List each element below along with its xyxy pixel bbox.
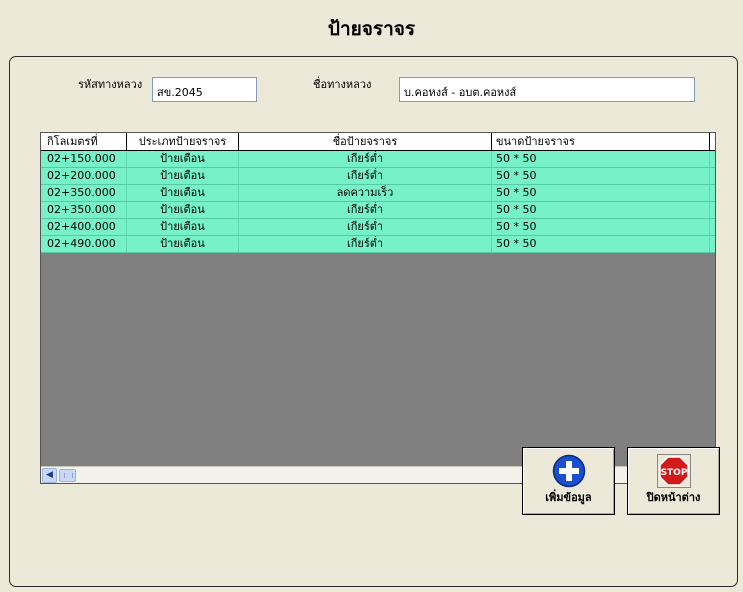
close-window-button[interactable]: STOP ปิดหน้าต่าง [627,447,720,515]
header-name[interactable]: ชื่อป้ายจราจร [239,133,492,151]
grid-header: กิโลเมตรที่ ประเภทป้ายจราจร ชื่อป้ายจราจ… [41,133,715,151]
scroll-thumb[interactable] [59,469,76,482]
table-row[interactable]: 02+350.000 ป้ายเตือน ลดความเร็ว 50 * 50 [41,185,715,202]
cell-name[interactable]: เกียร์ต่ำ [239,236,492,252]
add-data-label: เพิ่มข้อมูล [545,491,592,504]
cell-size[interactable]: 50 * 50 [492,202,710,218]
table-row[interactable]: 02+400.000 ป้ายเตือน เกียร์ต่ำ 50 * 50 [41,219,715,236]
road-name-field[interactable]: บ.คอหงส์ - อบต.คอหงส์ [399,77,695,102]
cell-size[interactable]: 50 * 50 [492,236,710,252]
sign-grid[interactable]: กิโลเมตรที่ ประเภทป้ายจราจร ชื่อป้ายจราจ… [40,132,716,484]
grid-rows: 02+150.000 ป้ายเตือน เกียร์ต่ำ 50 * 50 0… [41,151,715,253]
cell-km[interactable]: 02+400.000 [41,219,127,235]
add-data-button[interactable]: เพิ่มข้อมูล [522,447,615,515]
road-name-label: ชื่อทางหลวง [313,78,372,91]
cell-name[interactable]: เกียร์ต่ำ [239,151,492,167]
cell-color[interactable] [710,219,715,235]
cell-size[interactable]: 50 * 50 [492,168,710,184]
header-km[interactable]: กิโลเมตรที่ [41,133,127,151]
cell-type[interactable]: ป้ายเตือน [127,236,239,252]
cell-name[interactable]: เกียร์ต่ำ [239,202,492,218]
cell-size[interactable]: 50 * 50 [492,151,710,167]
cell-km[interactable]: 02+150.000 [41,151,127,167]
close-window-label: ปิดหน้าต่าง [646,491,701,504]
stop-sign-text: STOP [660,468,687,478]
cell-type[interactable]: ป้ายเตือน [127,151,239,167]
header-type[interactable]: ประเภทป้ายจราจร [127,133,239,151]
cell-color[interactable] [710,168,715,184]
cell-color[interactable] [710,236,715,252]
table-row[interactable]: 02+150.000 ป้ายเตือน เกียร์ต่ำ 50 * 50 [41,151,715,168]
cell-km[interactable]: 02+350.000 [41,185,127,201]
road-code-field[interactable]: สข.2045 [152,77,257,102]
cell-color[interactable] [710,185,715,201]
header-color[interactable]: สี [710,133,715,151]
cell-name[interactable]: เกียร์ต่ำ [239,168,492,184]
cell-km[interactable]: 02+350.000 [41,202,127,218]
cell-name[interactable]: เกียร์ต่ำ [239,219,492,235]
cell-color[interactable] [710,202,715,218]
cell-type[interactable]: ป้ายเตือน [127,202,239,218]
cell-size[interactable]: 50 * 50 [492,185,710,201]
cell-type[interactable]: ป้ายเตือน [127,219,239,235]
cell-name[interactable]: ลดความเร็ว [239,185,492,201]
arrow-left-icon[interactable]: ◀ [42,468,57,483]
cell-type[interactable]: ป้ายเตือน [127,168,239,184]
table-row[interactable]: 02+490.000 ป้ายเตือน เกียร์ต่ำ 50 * 50 [41,236,715,253]
cell-size[interactable]: 50 * 50 [492,219,710,235]
road-code-label: รหัสทางหลวง [78,78,143,91]
table-row[interactable]: 02+200.000 ป้ายเตือน เกียร์ต่ำ 50 * 50 [41,168,715,185]
cell-type[interactable]: ป้ายเตือน [127,185,239,201]
plus-circle-icon [552,454,586,491]
stop-sign-icon: STOP [656,454,691,491]
table-row[interactable]: 02+350.000 ป้ายเตือน เกียร์ต่ำ 50 * 50 [41,202,715,219]
form-title: ป้ายจราจร [327,18,416,40]
cell-color[interactable] [710,151,715,167]
cell-km[interactable]: 02+490.000 [41,236,127,252]
header-size[interactable]: ขนาดป้ายจราจร [492,133,710,151]
cell-km[interactable]: 02+200.000 [41,168,127,184]
